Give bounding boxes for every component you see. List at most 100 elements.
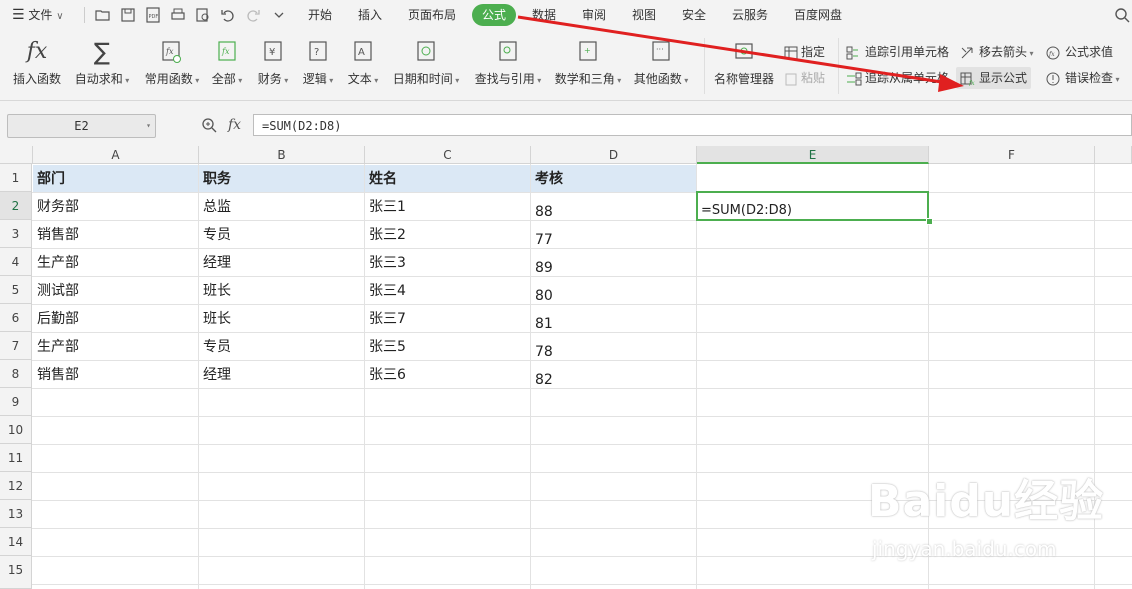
- row-header[interactable]: 2: [0, 192, 32, 220]
- header-cell-position[interactable]: 职务: [199, 165, 231, 193]
- table-cell[interactable]: 80: [531, 282, 553, 310]
- table-cell[interactable]: 82: [531, 366, 553, 394]
- undo-icon[interactable]: [220, 7, 236, 23]
- autosum-button[interactable]: ∑ 自动求和 ▾: [74, 40, 130, 86]
- print-icon[interactable]: [170, 7, 186, 23]
- table-cell[interactable]: 经理: [199, 249, 231, 277]
- column-header-d[interactable]: D: [531, 146, 697, 164]
- table-cell[interactable]: 张三2: [365, 221, 406, 249]
- other-functions-button[interactable]: ··· 其他函数 ▾: [634, 40, 688, 86]
- table-cell[interactable]: 89: [531, 254, 553, 282]
- table-cell[interactable]: 销售部: [33, 221, 79, 249]
- table-cell[interactable]: 总监: [199, 193, 231, 221]
- tab-cloud[interactable]: 云服务: [732, 0, 768, 30]
- finance-functions-button[interactable]: ¥ 财务 ▾: [258, 40, 288, 86]
- table-cell[interactable]: 张三4: [365, 277, 406, 305]
- text-functions-button[interactable]: A 文本 ▾: [348, 40, 378, 86]
- print-preview-icon[interactable]: [195, 7, 211, 23]
- table-cell[interactable]: 78: [531, 338, 553, 366]
- quick-access-more-icon[interactable]: [271, 7, 287, 23]
- header-cell-name[interactable]: 姓名: [365, 165, 397, 193]
- file-menu[interactable]: ☰ 文件 ∨: [12, 0, 64, 30]
- trace-dependents-button[interactable]: 追踪从属单元格: [846, 68, 949, 88]
- common-functions-button[interactable]: fx 常用函数 ▾: [144, 40, 200, 86]
- trace-precedents-button[interactable]: 追踪引用单元格: [846, 42, 949, 62]
- evaluate-formula-button[interactable]: fx 公式求值: [1046, 42, 1113, 62]
- lookup-functions-button[interactable]: 查找与引用 ▾: [475, 40, 541, 86]
- tab-baidu-netdisk[interactable]: 百度网盘: [794, 0, 842, 30]
- column-header-b[interactable]: B: [199, 146, 365, 164]
- table-cell[interactable]: 张三1: [365, 193, 406, 221]
- open-folder-icon[interactable]: [95, 7, 111, 23]
- row-header[interactable]: 15: [0, 556, 32, 589]
- table-cell[interactable]: 77: [531, 226, 553, 254]
- table-cell[interactable]: 经理: [199, 361, 231, 389]
- table-cell[interactable]: 81: [531, 310, 553, 338]
- insert-function-button[interactable]: fx 插入函数: [12, 40, 62, 87]
- zoom-icon[interactable]: [201, 117, 217, 133]
- table-cell[interactable]: 销售部: [33, 361, 79, 389]
- fill-handle[interactable]: [926, 218, 933, 225]
- table-cell[interactable]: 张三5: [365, 333, 406, 361]
- table-cell[interactable]: 生产部: [33, 333, 79, 361]
- row-header[interactable]: 14: [0, 528, 32, 556]
- header-cell-department[interactable]: 部门: [33, 165, 65, 193]
- column-header-g[interactable]: [1095, 146, 1132, 164]
- tab-review[interactable]: 审阅: [582, 0, 606, 30]
- tab-insert[interactable]: 插入: [358, 0, 382, 30]
- header-cell-score[interactable]: 考核: [531, 165, 563, 193]
- datetime-functions-button[interactable]: 日期和时间 ▾: [393, 40, 459, 86]
- column-header-e[interactable]: E: [697, 146, 929, 164]
- table-cell[interactable]: 张三7: [365, 305, 406, 333]
- table-cell[interactable]: 测试部: [33, 277, 79, 305]
- table-cell[interactable]: 张三3: [365, 249, 406, 277]
- tab-formula[interactable]: 公式: [472, 4, 516, 26]
- row-header[interactable]: 8: [0, 360, 32, 388]
- show-formulas-button[interactable]: fx 显示公式: [956, 67, 1032, 89]
- table-cell[interactable]: 后勤部: [33, 305, 79, 333]
- tab-view[interactable]: 视图: [632, 0, 656, 30]
- math-functions-button[interactable]: + 数学和三角 ▾: [555, 40, 621, 86]
- row-header[interactable]: 11: [0, 444, 32, 472]
- row-header[interactable]: 13: [0, 500, 32, 528]
- tab-security[interactable]: 安全: [682, 0, 706, 30]
- row-header[interactable]: 12: [0, 472, 32, 500]
- row-header[interactable]: 1: [0, 164, 32, 192]
- row-header[interactable]: 5: [0, 276, 32, 304]
- select-all-corner[interactable]: [0, 146, 33, 164]
- row-header[interactable]: 4: [0, 248, 32, 276]
- tab-page-layout[interactable]: 页面布局: [408, 0, 456, 30]
- fx-label[interactable]: fx: [228, 114, 241, 136]
- table-cell[interactable]: 财务部: [33, 193, 79, 221]
- table-cell[interactable]: 88: [531, 198, 553, 226]
- pdf-icon[interactable]: PDF: [145, 7, 161, 23]
- name-manager-button[interactable]: 名称管理器: [714, 40, 774, 86]
- tab-data[interactable]: 数据: [532, 0, 556, 30]
- redo-icon[interactable]: [245, 7, 261, 23]
- table-cell[interactable]: 专员: [199, 333, 231, 361]
- table-cell[interactable]: 班长: [199, 277, 231, 305]
- column-header-a[interactable]: A: [33, 146, 199, 164]
- formula-input[interactable]: =SUM(D2:D8): [253, 114, 1132, 136]
- save-icon[interactable]: [120, 7, 136, 23]
- row-header[interactable]: 10: [0, 416, 32, 444]
- row-header[interactable]: 3: [0, 220, 32, 248]
- error-check-button[interactable]: 错误检查 ▾: [1046, 68, 1120, 88]
- all-functions-button[interactable]: fx 全部 ▾: [212, 40, 242, 86]
- table-cell[interactable]: 班长: [199, 305, 231, 333]
- search-icon[interactable]: [1114, 7, 1130, 23]
- row-header[interactable]: 9: [0, 388, 32, 416]
- table-cell[interactable]: 生产部: [33, 249, 79, 277]
- paste-name-button[interactable]: 粘贴: [784, 68, 825, 88]
- logic-functions-button[interactable]: ? 逻辑 ▾: [303, 40, 333, 86]
- row-header[interactable]: 6: [0, 304, 32, 332]
- table-cell[interactable]: 专员: [199, 221, 231, 249]
- remove-arrows-button[interactable]: 移去箭头 ▾: [960, 42, 1034, 62]
- table-cell[interactable]: 张三6: [365, 361, 406, 389]
- tab-home[interactable]: 开始: [308, 0, 332, 30]
- define-name-button[interactable]: 指定: [784, 42, 825, 62]
- name-box[interactable]: E2 ▾: [7, 114, 156, 138]
- row-header[interactable]: 7: [0, 332, 32, 360]
- column-header-c[interactable]: C: [365, 146, 531, 164]
- column-header-f[interactable]: F: [929, 146, 1095, 164]
